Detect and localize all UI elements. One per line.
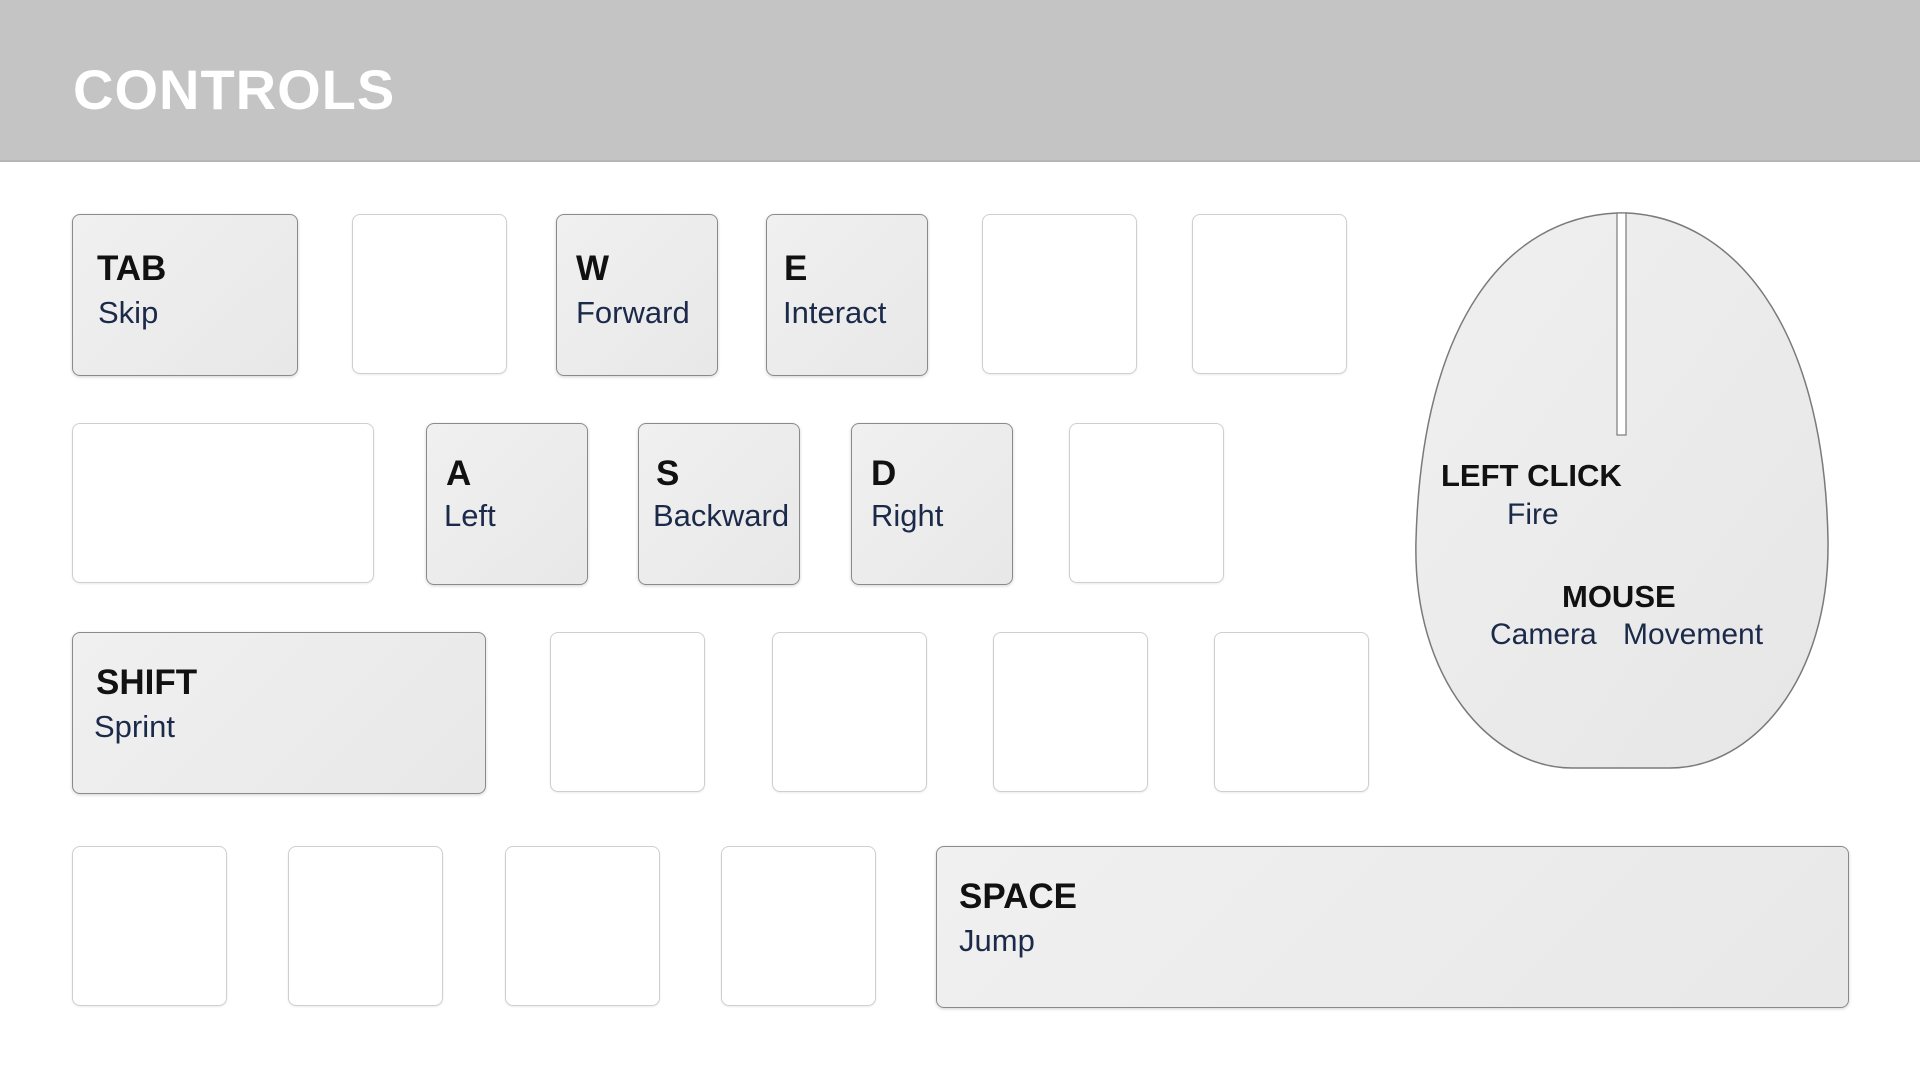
mouse-move-action-1: Camera [1490, 618, 1597, 651]
controls-screen: CONTROLS TAB Skip W Forward E Interact A… [0, 0, 1920, 1080]
key-empty[interactable] [982, 214, 1137, 374]
key-empty[interactable] [1069, 423, 1224, 583]
key-empty[interactable] [352, 214, 507, 374]
mouse-diagram[interactable]: LEFT CLICK Fire MOUSE Camera Movement [1412, 210, 1832, 772]
key-shift[interactable]: SHIFT Sprint [72, 632, 486, 794]
mouse-move-label: MOUSE [1562, 579, 1676, 614]
key-empty[interactable] [721, 846, 876, 1006]
key-empty[interactable] [772, 632, 927, 792]
key-empty[interactable] [550, 632, 705, 792]
key-shift-label: SHIFT [96, 663, 198, 702]
key-tab[interactable]: TAB Skip [72, 214, 298, 376]
key-e-label: E [784, 249, 808, 288]
mouse-move-action-2: Movement [1623, 618, 1764, 651]
key-d-label: D [871, 454, 897, 493]
key-a-action: Left [444, 498, 496, 533]
key-empty-wide[interactable] [72, 423, 374, 583]
key-empty[interactable] [1214, 632, 1369, 792]
key-w-label: W [576, 249, 610, 288]
key-tab-label: TAB [97, 249, 167, 288]
header-bar: CONTROLS [0, 0, 1920, 162]
key-d[interactable]: D Right [851, 423, 1013, 585]
key-space-action: Jump [959, 923, 1035, 958]
key-a[interactable]: A Left [426, 423, 588, 585]
key-empty[interactable] [72, 846, 227, 1006]
key-a-label: A [446, 454, 472, 493]
key-space[interactable]: SPACE Jump [936, 846, 1849, 1008]
key-tab-action: Skip [98, 295, 159, 330]
key-s-label: S [656, 454, 680, 493]
page-title: CONTROLS [73, 58, 396, 121]
key-empty[interactable] [505, 846, 660, 1006]
key-e[interactable]: E Interact [766, 214, 928, 376]
key-empty[interactable] [993, 632, 1148, 792]
key-empty[interactable] [288, 846, 443, 1006]
key-e-action: Interact [783, 295, 887, 330]
key-s-action: Backward [653, 498, 790, 533]
key-d-action: Right [871, 498, 944, 533]
key-space-label: SPACE [959, 877, 1077, 916]
left-click-label: LEFT CLICK [1441, 458, 1622, 493]
left-click-action: Fire [1507, 498, 1559, 531]
key-s[interactable]: S Backward [638, 423, 800, 585]
key-shift-action: Sprint [94, 709, 175, 744]
key-w-action: Forward [576, 295, 690, 330]
key-w[interactable]: W Forward [556, 214, 718, 376]
key-empty[interactable] [1192, 214, 1347, 374]
